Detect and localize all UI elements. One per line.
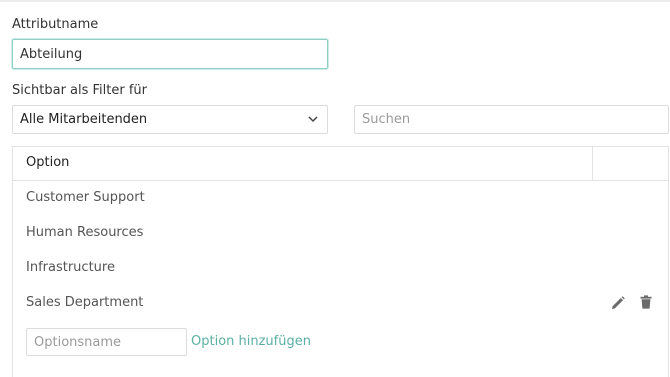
chevron-down-icon	[308, 116, 318, 123]
table-header: Option	[13, 147, 668, 181]
column-divider	[592, 147, 593, 181]
add-option-link[interactable]: Option hinzufügen	[191, 334, 311, 349]
attribute-name-value: Abteilung	[20, 46, 83, 62]
visible-filter-select[interactable]: Alle Mitarbeitenden	[12, 105, 328, 134]
search-input[interactable]: Suchen	[354, 105, 669, 134]
option-name-placeholder: Optionsname	[34, 334, 122, 350]
column-header-option: Option	[26, 155, 70, 170]
list-item: Infrastructure	[26, 260, 115, 275]
attribute-name-label: Attributname	[12, 17, 99, 32]
search-placeholder: Suchen	[362, 112, 411, 127]
list-item: Sales Department	[26, 295, 144, 310]
attribute-name-input[interactable]: Abteilung	[12, 39, 328, 69]
trash-icon[interactable]	[639, 295, 653, 309]
top-divider	[0, 0, 670, 2]
list-item: Human Resources	[26, 225, 144, 240]
list-item: Customer Support	[26, 190, 145, 205]
visible-filter-value: Alle Mitarbeitenden	[20, 112, 148, 127]
pencil-icon[interactable]	[611, 296, 625, 310]
visible-filter-label: Sichtbar als Filter für	[12, 83, 148, 98]
option-name-input[interactable]: Optionsname	[26, 328, 187, 356]
